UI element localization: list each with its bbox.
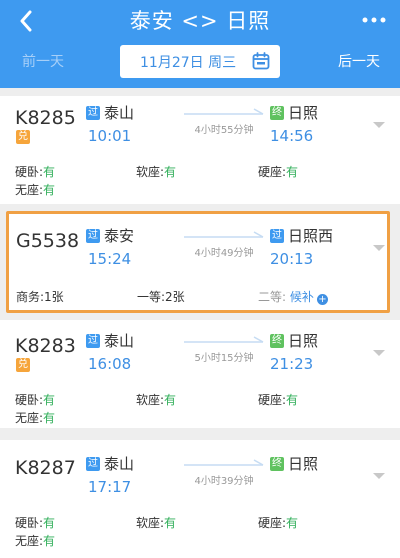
seat-hard-sleeper: 硬卧:有 [15, 393, 56, 407]
page-title: 泰安 <> 日照 [129, 9, 271, 33]
seat-hard-sleeper: 硬卧:有 [15, 516, 56, 530]
terminal-badge: 终 [270, 457, 284, 471]
seat-hard-sleeper: 硬卧:有 [15, 165, 56, 179]
chevron-down-icon[interactable] [372, 243, 386, 253]
duration: 5小时15分钟 [194, 353, 254, 364]
seat-soft-seat: 软座:有 [136, 393, 177, 407]
terminal-badge: 终 [270, 334, 284, 348]
depart-station: 泰安 [104, 227, 135, 245]
train-card-k8283[interactable]: K8283 兑 过 泰山 16:08 5小时15分钟 终 日照 21:23 硬卧… [0, 320, 400, 428]
train-card-k8285[interactable]: K8285 兑 过 泰山 10:01 4小时55分钟 终 日照 14:56 硬卧… [0, 96, 400, 204]
arrive-time: 14:56 [270, 127, 314, 145]
arrive-time: 21:23 [270, 355, 314, 373]
calendar-icon [252, 52, 270, 70]
date-picker[interactable]: 11月27日 周三 [120, 45, 280, 78]
train-card-g5538[interactable]: G5538 过 泰安 15:24 4小时49分钟 过 日照西 20:13 商务:… [6, 211, 390, 313]
prev-day-button[interactable]: 前一天 [22, 52, 64, 72]
depart-station: 泰山 [104, 332, 135, 350]
pass-badge: 过 [86, 229, 100, 243]
depart-station: 泰山 [104, 104, 135, 122]
train-number: K8283 [15, 335, 76, 357]
arrive-station: 日照 [288, 104, 319, 122]
seat-standing: 无座:有 [15, 411, 56, 425]
waitlist-button[interactable]: 候补 [290, 290, 314, 304]
pass-badge-arrive: 过 [270, 229, 284, 243]
next-day-button[interactable]: 后一天 [338, 52, 380, 72]
seat-hard-seat: 硬座:有 [258, 393, 299, 407]
seat-second-class: 二等: 候补 + [258, 290, 328, 305]
more-button[interactable] [360, 8, 388, 32]
arrow-icon [184, 108, 264, 115]
depart-time: 10:01 [88, 127, 132, 145]
train-number: K8287 [15, 457, 76, 479]
arrive-station: 日照 [288, 455, 319, 473]
depart-time: 15:24 [88, 250, 132, 268]
chevron-down-icon[interactable] [372, 120, 386, 130]
arrow-icon [184, 459, 264, 466]
pass-badge: 过 [86, 457, 100, 471]
seat-soft-seat: 软座:有 [136, 165, 177, 179]
seat-hard-seat: 硬座:有 [258, 516, 299, 530]
pass-badge: 过 [86, 106, 100, 120]
train-card-k8287[interactable]: K8287 过 泰山 17:17 4小时39分钟 终 日照 硬卧:有 软座:有 … [0, 440, 400, 558]
seat-first-class: 一等:2张 [137, 290, 185, 304]
arrive-time: 20:13 [270, 250, 314, 268]
arrow-icon [184, 231, 264, 238]
depart-station: 泰山 [104, 455, 135, 473]
depart-time: 17:17 [88, 478, 132, 496]
pass-badge: 过 [86, 334, 100, 348]
duration: 4小时55分钟 [194, 125, 254, 136]
train-number: G5538 [16, 230, 80, 252]
seat-soft-seat: 软座:有 [136, 516, 177, 530]
chevron-down-icon[interactable] [372, 348, 386, 358]
arrive-station: 日照西 [288, 227, 334, 245]
duration: 4小时49分钟 [194, 248, 254, 259]
chevron-down-icon[interactable] [372, 471, 386, 481]
seat-standing: 无座:有 [15, 534, 56, 548]
exchange-badge: 兑 [16, 358, 30, 372]
exchange-badge: 兑 [16, 130, 30, 144]
seat-business: 商务:1张 [16, 290, 64, 304]
seat-standing: 无座:有 [15, 183, 56, 197]
app-header: 泰安 <> 日照 前一天 11月27日 周三 后一天 [0, 0, 400, 88]
depart-time: 16:08 [88, 355, 132, 373]
arrive-station: 日照 [288, 332, 319, 350]
terminal-badge: 终 [270, 106, 284, 120]
date-label: 11月27日 周三 [140, 54, 237, 71]
seat-hard-seat: 硬座:有 [258, 165, 299, 179]
more-dots-icon [362, 17, 386, 23]
arrow-icon [184, 336, 264, 343]
duration: 4小时39分钟 [194, 476, 254, 487]
plus-circle-icon[interactable]: + [316, 294, 328, 305]
train-number: K8285 [15, 107, 76, 129]
